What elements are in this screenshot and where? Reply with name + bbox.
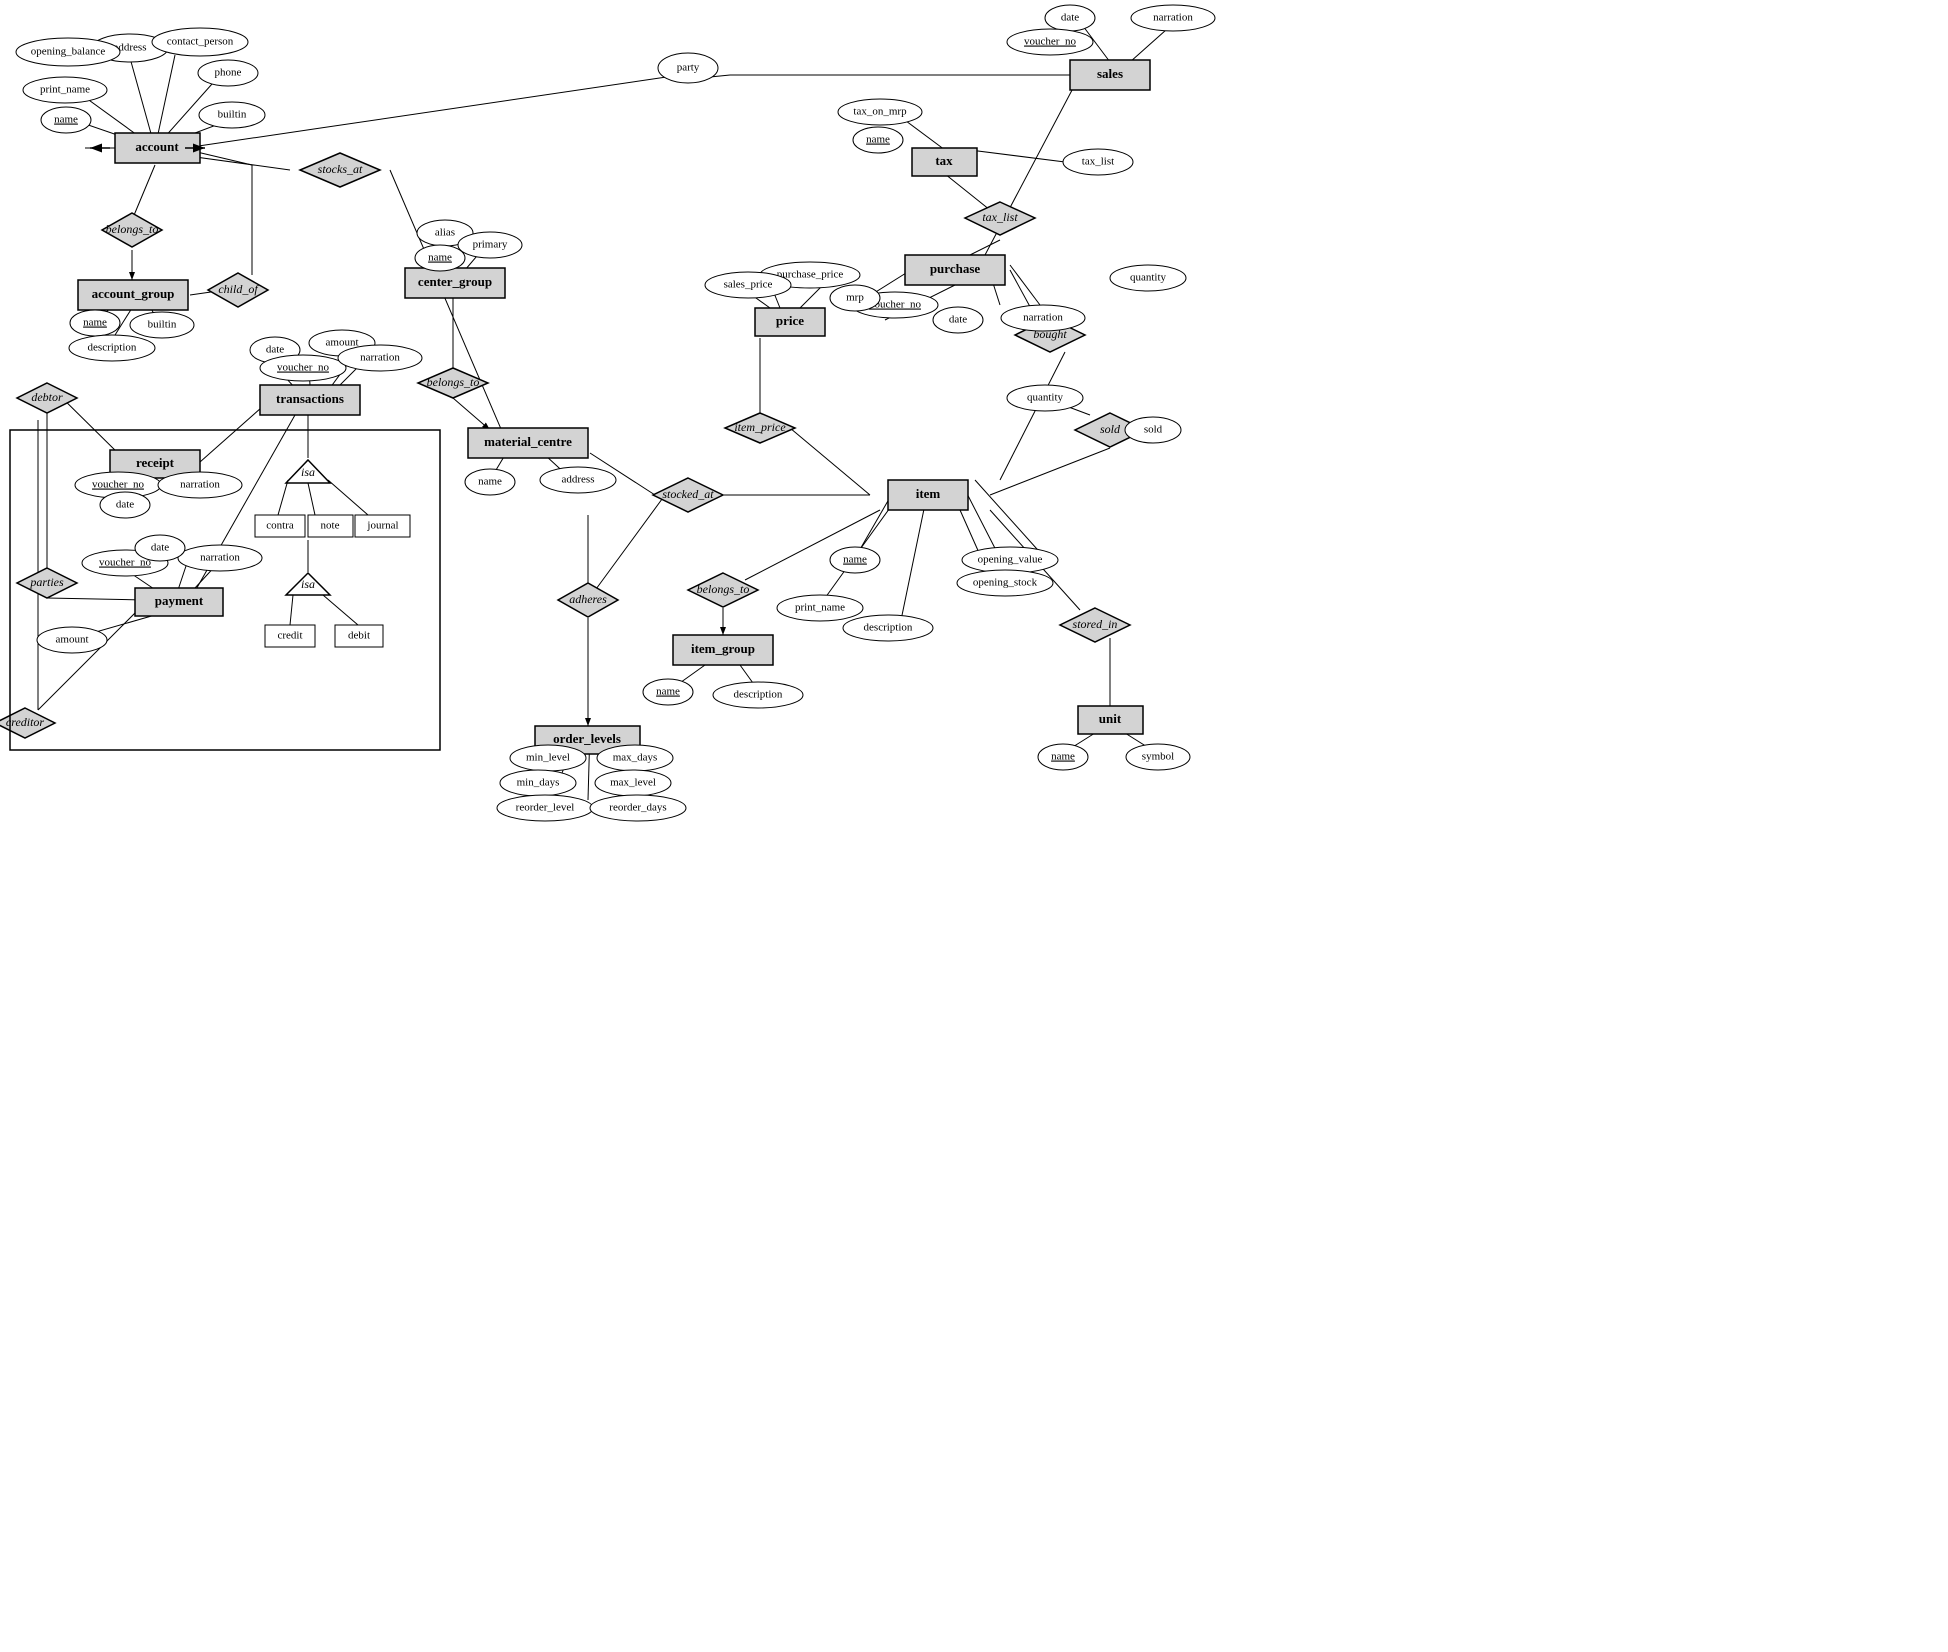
attr-address-material-label: address [562,474,595,486]
attr-name-center-label: name [428,252,452,264]
entity-unit-label: unit [1099,711,1122,726]
attr-min-days-label: min_days [517,777,560,789]
attr-narration-receipt-label: narration [180,479,220,491]
diamond-parties-label: parties [29,575,64,589]
attr-contact-person-label: contact_person [167,36,234,48]
attr-builtin-acctgrp-label: builtin [148,319,177,331]
attr-opening-stock-label: opening_stock [973,577,1038,589]
diamond-child-of-label: child_of [218,282,259,296]
attr-sold-label: sold [1144,424,1163,436]
entity-purchase-label: purchase [930,261,981,276]
diamond-belongs-to-acct-label: belongs_to [106,222,159,236]
entity-item-group-label: item_group [691,641,755,656]
attr-quantity-sold-label: quantity [1027,392,1064,404]
attr-alias-label: alias [435,227,455,239]
isa-triangle-2-label: isa [301,577,315,591]
attr-print-name-label: print_name [40,84,90,96]
attr-voucher-no-receipt-label: voucher_no [92,479,144,491]
attr-description-item-label: description [864,622,913,634]
diamond-tax-list-label: tax_list [982,210,1018,224]
attr-tax-on-mrp-label: tax_on_mrp [853,106,907,118]
er-diagram: account account_group sales purchase tax… [0,0,1948,1652]
attr-description-itemgrp-label: description [734,689,783,701]
diamond-item-price-label: item_price [734,420,786,434]
attr-tax-list-text: tax_list [1082,156,1114,168]
diamond-stocked-at-label: stocked_at [662,487,714,501]
subtype-note-label: note [321,520,340,532]
attr-voucher-no-sales-label: voucher_no [1024,36,1076,48]
attr-date-purchase-label: date [949,314,967,326]
entity-order-levels-label: order_levels [553,731,621,746]
subtype-debit-label: debit [348,630,370,642]
attr-symbol-label: symbol [1142,751,1174,763]
attr-opening-value-label: opening_value [978,554,1043,566]
entity-sales-label: sales [1097,66,1123,81]
attr-date-payment-label: date [151,542,169,554]
entity-material-centre-label: material_centre [484,434,572,449]
attr-primary-label: primary [473,239,508,251]
attr-description-acctgrp-label: description [88,342,137,354]
diamond-stored-in-label: stored_in [1073,617,1118,631]
attr-opening-balance-label: opening_balance [31,46,106,58]
attr-builtin-acct-label: builtin [218,109,247,121]
attr-party-label: party [677,62,700,74]
attr-amount-trans-label: amount [326,337,359,349]
attr-reorder-days-label: reorder_days [609,802,666,814]
entity-account-group-label: account_group [92,286,175,301]
entity-tax-label: tax [935,153,953,168]
attr-narration-payment-label: narration [200,552,240,564]
attr-name-item-label: name [843,554,867,566]
attr-name-material-label: name [478,476,502,488]
attr-max-days-label: max_days [613,752,658,764]
diamond-belongs-to-item-label: belongs_to [697,582,750,596]
attr-narration-trans-label: narration [360,352,400,364]
attr-max-level-label: max_level [610,777,656,789]
attr-phone-label: phone [215,67,242,79]
attr-quantity-bought-label: quantity [1130,272,1167,284]
entity-transactions-label: transactions [276,391,344,406]
diamond-sold-label: sold [1100,422,1121,436]
subtype-credit-label: credit [277,630,302,642]
diamond-belongs-to-center-label: belongs_to [427,375,480,389]
attr-name-tax-label: name [866,134,890,146]
attr-name-acct-label: name [54,114,78,126]
attr-amount-payment-label: amount [56,634,89,646]
isa-triangle-1-label: isa [301,465,315,479]
subtype-journal-label: journal [366,520,398,532]
diamond-debtor-label: debtor [31,390,63,404]
attr-narration-purchase-label: narration [1023,312,1063,324]
entity-center-group-label: center_group [418,274,492,289]
attr-print-name-item-label: print_name [795,602,845,614]
entity-receipt-label: receipt [136,455,175,470]
entity-price-label: price [776,313,804,328]
attr-date-receipt-label: date [116,499,134,511]
diamond-creditor-label: creditor [6,715,45,729]
attr-date-sales-label: date [1061,12,1079,24]
attr-name-acctgrp-label: name [83,317,107,329]
attr-name-itemgrp-label: name [656,686,680,698]
entity-item-label: item [916,486,941,501]
entity-payment-label: payment [155,593,204,608]
attr-date-trans-label: date [266,344,284,356]
attr-name-unit-label: name [1051,751,1075,763]
attr-reorder-level-label: reorder_level [516,802,575,814]
subtype-contra-label: contra [266,520,294,532]
attr-sales-price-label: sales_price [724,279,773,291]
diamond-adheres-label: adheres [569,592,607,606]
entity-account-label: account [135,139,179,154]
attr-min-level-label: min_level [526,752,570,764]
attr-voucher-no-trans-label: voucher_no [277,362,329,374]
attr-mrp-label: mrp [846,292,864,304]
attr-narration-sales-label: narration [1153,12,1193,24]
diamond-stocks-at-label: stocks_at [318,162,363,176]
